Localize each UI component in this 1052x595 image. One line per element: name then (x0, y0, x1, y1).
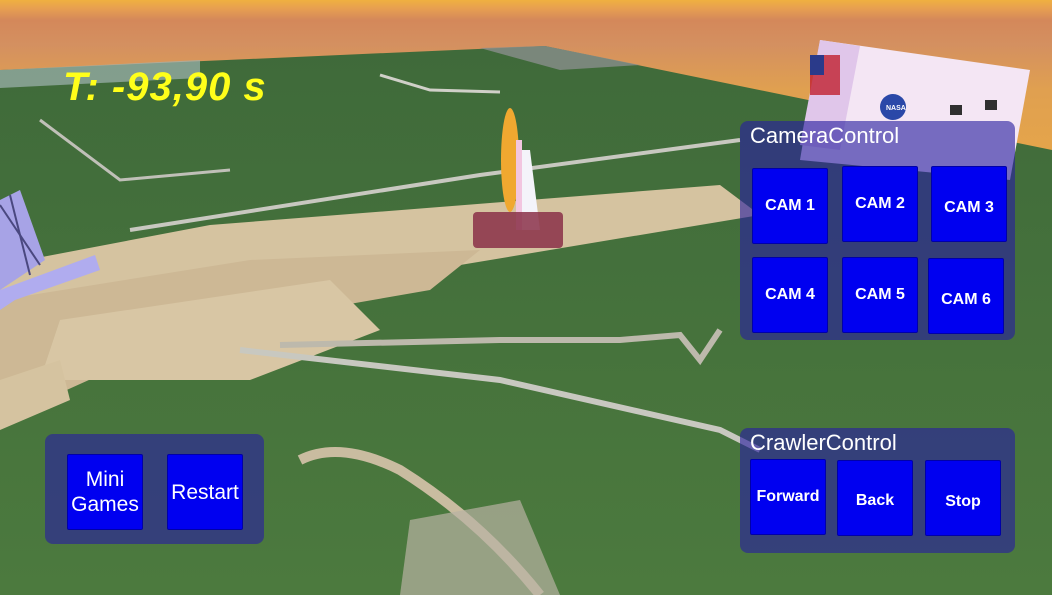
cam-5-button[interactable]: CAM 5 (842, 257, 918, 333)
back-button[interactable]: Back (837, 460, 913, 536)
restart-button[interactable]: Restart (167, 454, 243, 530)
cam-3-button[interactable]: CAM 3 (931, 166, 1007, 242)
crawler-control-panel: CrawlerControl Forward Back Stop (740, 428, 1015, 553)
stop-button[interactable]: Stop (925, 460, 1001, 536)
mini-games-button[interactable]: Mini Games (67, 454, 143, 530)
crawler-control-title: CrawlerControl (750, 430, 897, 455)
cam-1-button[interactable]: CAM 1 (752, 168, 828, 244)
cam-4-button[interactable]: CAM 4 (752, 257, 828, 333)
cam-2-button[interactable]: CAM 2 (842, 166, 918, 242)
camera-control-title: CameraControl (750, 123, 900, 148)
crawler-transporter (473, 212, 563, 248)
countdown-timer: T: -93,90 s (63, 65, 267, 109)
game-menu-panel: Mini Games Restart (45, 434, 264, 544)
camera-control-panel: CameraControl CAM 1 CAM 2 CAM 3 CAM 4 CA… (740, 121, 1015, 340)
forward-button[interactable]: Forward (750, 459, 826, 535)
nasa-logo: NASA (886, 105, 906, 112)
cam-6-button[interactable]: CAM 6 (928, 258, 1004, 334)
